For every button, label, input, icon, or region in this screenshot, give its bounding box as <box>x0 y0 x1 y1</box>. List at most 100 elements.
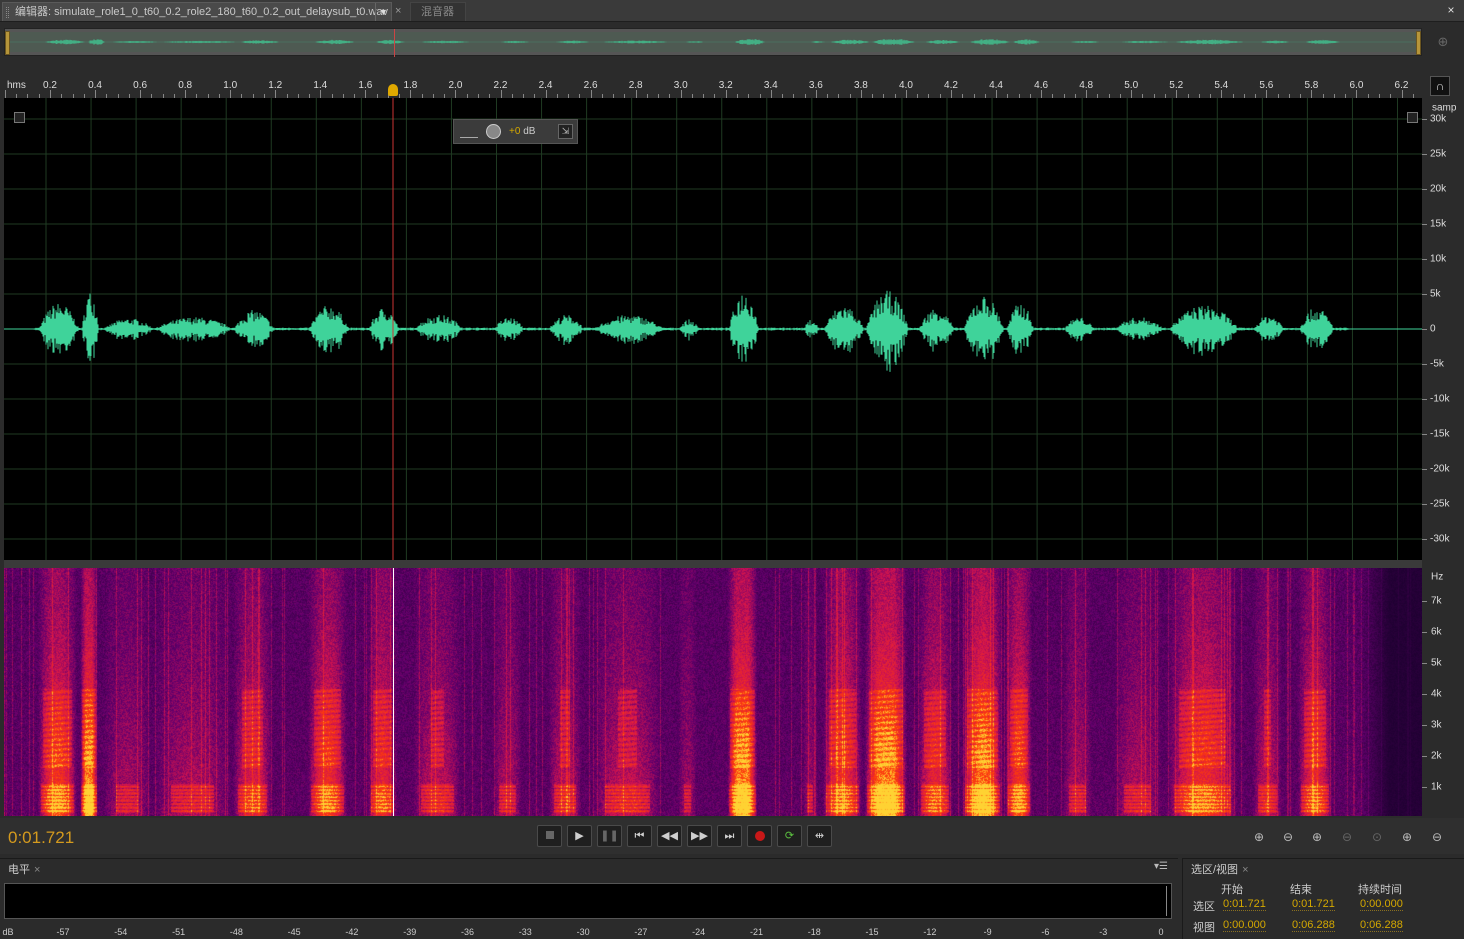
view-end-value[interactable]: 0:06.288 <box>1292 919 1335 932</box>
frequency-tick <box>1422 725 1427 726</box>
spectral-frequency-view[interactable] <box>4 568 1422 816</box>
selection-close-icon[interactable]: × <box>1242 864 1248 876</box>
amplitude-tick <box>1422 224 1427 225</box>
selection-duration-value[interactable]: 0:00.000 <box>1360 898 1403 911</box>
gain-knob[interactable] <box>486 124 501 139</box>
spectral-playhead-line <box>393 568 394 816</box>
amplitude-tick <box>1422 504 1427 505</box>
ruler-tick <box>951 90 952 98</box>
db-tick-label: -30 <box>576 927 590 937</box>
zoom-out-selection-icon[interactable]: ⊖ <box>1426 827 1448 847</box>
rewind-button[interactable]: ◀◀ <box>657 825 682 847</box>
ruler-tick <box>320 90 322 98</box>
levels-close-icon[interactable]: × <box>34 864 40 876</box>
amplitude-scale[interactable]: samp 30k 25k 20k 15k 10k 5k 0 -5k -10k -15k -20k -2… <box>1422 98 1464 560</box>
fast-forward-button[interactable]: ▶▶ <box>687 825 712 847</box>
headphone-icon[interactable]: ∩ <box>1430 76 1450 96</box>
db-tick-label: -57 <box>56 927 70 937</box>
overview-left-handle[interactable] <box>5 31 10 55</box>
skip-previous-icon: ⏮ <box>634 830 645 842</box>
overview-navigator[interactable] <box>4 28 1422 57</box>
frequency-tick-label: 2k <box>1431 750 1442 762</box>
selection-view-tab[interactable]: 选区/视图 × <box>1187 861 1253 879</box>
transport-bar: 0:01.721 ▶ ❚❚ ⏮ ◀◀ ▶▶ ⏭ ⟳ ⇹ ⊕ ⊖ ⊕ ⊖ ⊙ ⊕ … <box>0 818 1464 854</box>
waveform-svg <box>4 98 1422 560</box>
time-ruler[interactable]: hms 0.2 0.4 0.6 0.8 1.0 1.2 1.4 1.6 1.8 2.0 2.2 2.4… <box>4 76 1422 98</box>
skip-selection-button[interactable]: ⇹ <box>807 825 832 847</box>
overview-waveform[interactable] <box>9 32 1416 52</box>
frequency-tick-label: 1k <box>1431 781 1442 793</box>
levels-panel: 电平 × ▾☰ dB -57 -54 -51 -48 -45 -42 -39 -36 -33 -30… <box>0 858 1178 939</box>
amplitude-tick-label: -25k <box>1430 498 1450 510</box>
db-tick-label: -24 <box>692 927 706 937</box>
stop-icon <box>545 831 554 839</box>
ruler-tick <box>230 90 232 98</box>
ruler-tick <box>365 90 367 98</box>
amplitude-tick <box>1422 364 1427 365</box>
ruler-tick <box>1221 90 1223 98</box>
view-duration-value[interactable]: 0:06.288 <box>1360 919 1403 932</box>
play-button[interactable]: ▶ <box>567 825 592 847</box>
fade-in-handle[interactable] <box>14 112 25 123</box>
zoom-out-amplitude-icon[interactable]: ⊖ <box>1277 827 1299 847</box>
amplitude-tick <box>1422 294 1427 295</box>
levels-menu-icon[interactable]: ▾☰ <box>1154 861 1168 872</box>
frequency-tick-label: 6k <box>1431 626 1442 638</box>
ruler-tick <box>4 90 6 98</box>
file-dropdown-icon[interactable]: ▼ <box>375 3 391 21</box>
move-to-next-button[interactable]: ⏭ <box>717 825 742 847</box>
ruler-tick <box>410 90 412 98</box>
amplitude-tick <box>1422 154 1427 155</box>
ruler-tick <box>1131 90 1133 98</box>
current-time-display[interactable]: 0:01.721 <box>8 828 74 848</box>
tab-close-icon[interactable]: × <box>395 2 407 21</box>
selection-start-value[interactable]: 0:01.721 <box>1223 898 1266 911</box>
zoom-navigator-icon[interactable]: ⊕ <box>1434 34 1452 52</box>
db-tick-label: -9 <box>983 927 992 937</box>
pause-button[interactable]: ❚❚ <box>597 825 622 847</box>
db-tick-label: -54 <box>114 927 128 937</box>
ruler-tick <box>185 90 187 98</box>
playhead-marker-icon[interactable] <box>388 84 398 96</box>
amplitude-tick-label: 30k <box>1430 113 1447 125</box>
view-start-value[interactable]: 0:00.000 <box>1223 919 1266 932</box>
level-meter-peak <box>1166 886 1169 916</box>
tab-mixer[interactable]: 混音器 <box>410 2 466 21</box>
rewind-icon: ◀◀ <box>661 830 678 842</box>
zoom-out-time-icon[interactable]: ⊖ <box>1336 827 1358 847</box>
ruler-unit-label: hms <box>7 80 26 91</box>
loop-playback-button[interactable]: ⟳ <box>777 825 802 847</box>
loop-icon: ⟳ <box>784 830 795 842</box>
zoom-in-selection-icon[interactable]: ⊕ <box>1396 827 1418 847</box>
ruler-tick <box>1401 90 1403 98</box>
fade-out-handle[interactable] <box>1407 112 1418 123</box>
tab-editor[interactable]: 编辑器: simulate_role1_0_t60_0.2_role2_180_… <box>2 2 392 21</box>
view-divider[interactable] <box>4 560 1422 568</box>
column-end-header: 结束 <box>1290 884 1312 896</box>
spectrogram-canvas <box>4 568 1422 816</box>
selection-end-value[interactable]: 0:01.721 <box>1292 898 1335 911</box>
amplitude-tick-label: 20k <box>1430 183 1447 195</box>
tab-editor-label: 编辑器: simulate_role1_0_t60_0.2_role2_180_… <box>15 6 389 18</box>
amplitude-tick-label: 10k <box>1430 253 1447 265</box>
zoom-in-amplitude-icon[interactable]: ⊕ <box>1248 827 1270 847</box>
ruler-tick <box>770 90 772 98</box>
pin-hud-icon[interactable]: ⇲ <box>558 124 573 139</box>
db-tick-label: -18 <box>807 927 821 937</box>
panel-close-icon[interactable]: × <box>1444 3 1458 17</box>
levels-tab[interactable]: 电平 × <box>4 861 44 879</box>
record-button[interactable] <box>747 825 772 847</box>
tab-grip-icon[interactable] <box>6 7 9 18</box>
overview-right-handle[interactable] <box>1416 31 1421 55</box>
zoom-in-time-icon[interactable]: ⊕ <box>1306 827 1328 847</box>
frequency-tick <box>1422 632 1427 633</box>
zoom-full-icon[interactable]: ⊙ <box>1366 827 1388 847</box>
waveform-view[interactable]: +0 dB ⇲ <box>4 98 1422 560</box>
frequency-scale[interactable]: Hz 7k 6k 5k 4k 3k 2k 1k <box>1422 568 1464 816</box>
gain-value[interactable]: +0 dB <box>509 126 535 137</box>
amplitude-tick-label: -30k <box>1430 533 1450 545</box>
stop-button[interactable] <box>537 825 562 847</box>
skip-next-icon: ⏭ <box>724 830 735 842</box>
move-to-previous-button[interactable]: ⏮ <box>627 825 652 847</box>
amplitude-tick-label: 25k <box>1430 148 1447 160</box>
